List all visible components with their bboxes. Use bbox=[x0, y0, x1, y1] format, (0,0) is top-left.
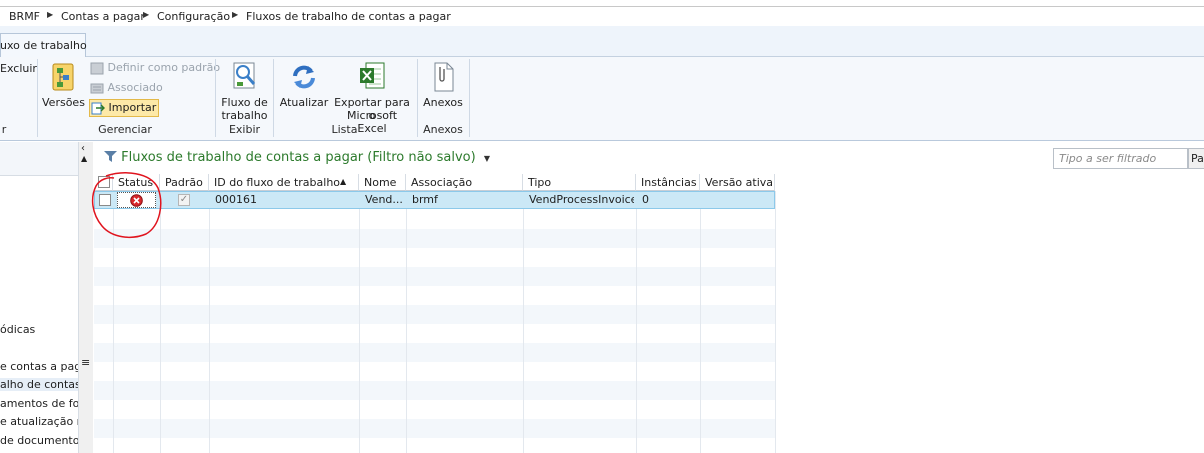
atualizar-button[interactable]: Atualizar bbox=[278, 60, 330, 110]
collapse-chevron-icon[interactable]: ‹ bbox=[81, 143, 85, 154]
column-header-tipo[interactable]: Tipo bbox=[523, 174, 636, 191]
nav-item[interactable]: e atualização res bbox=[0, 415, 78, 428]
padrao-checkbox: ✓ bbox=[178, 194, 190, 206]
column-divider bbox=[775, 191, 776, 453]
cell-id: 000161 bbox=[215, 193, 257, 206]
chevron-down-icon[interactable]: ▼ bbox=[484, 154, 490, 163]
navigation-pane-header bbox=[0, 142, 80, 176]
empty-row bbox=[94, 419, 775, 438]
annotation-circle bbox=[91, 172, 162, 239]
cell-associacao: brmf bbox=[412, 193, 438, 206]
empty-row bbox=[94, 343, 775, 362]
group-label-exibir: Exibir bbox=[228, 123, 261, 136]
refresh-icon bbox=[293, 65, 315, 89]
versions-icon bbox=[52, 63, 74, 91]
breadcrumb-arrow-icon: ▶ bbox=[47, 10, 54, 19]
column-divider bbox=[359, 191, 360, 453]
grid-title[interactable]: Fluxos de trabalho de contas a pagar (Fi… bbox=[104, 150, 490, 165]
workflow-view-icon bbox=[233, 62, 256, 89]
column-header-id[interactable]: ID do fluxo de trabalho ▲ bbox=[209, 174, 359, 191]
breadcrumb-arrow-icon: ▶ bbox=[232, 10, 239, 19]
breadcrumb: BRMF ▶ Contas a pagar ▶ Configuração ▶ F… bbox=[0, 7, 1204, 26]
group-label-left: r bbox=[1, 123, 7, 136]
nav-item[interactable]: ódicas bbox=[0, 323, 78, 336]
empty-row bbox=[94, 267, 775, 286]
group-separator bbox=[273, 59, 274, 137]
default-icon bbox=[90, 62, 104, 74]
tab-fluxo-de-trabalho[interactable]: uxo de trabalho bbox=[0, 33, 87, 58]
exportar-excel-button[interactable]: Exportar para o Microsoft Excel bbox=[333, 60, 411, 135]
associated-icon bbox=[90, 83, 104, 93]
breadcrumb-item-brmf[interactable]: BRMF bbox=[9, 10, 40, 23]
breadcrumb-item-fluxos[interactable]: Fluxos de trabalho de contas a pagar bbox=[246, 10, 451, 23]
attachment-icon bbox=[434, 62, 454, 92]
filter-input[interactable]: Tipo a ser filtrado bbox=[1053, 148, 1188, 169]
excluir-button[interactable]: Excluir bbox=[0, 62, 37, 75]
nav-item[interactable]: e contas a pagar bbox=[0, 360, 78, 373]
breadcrumb-item-contas-a-pagar[interactable]: Contas a pagar bbox=[61, 10, 145, 23]
empty-row bbox=[94, 229, 775, 248]
cell-instancias: 0 bbox=[642, 193, 649, 206]
column-header-nome[interactable]: Nome bbox=[359, 174, 406, 191]
empty-row bbox=[94, 305, 775, 324]
ribbon-tab-bar bbox=[0, 26, 1204, 57]
group-separator bbox=[37, 59, 38, 137]
group-label-anexos: Anexos bbox=[423, 123, 463, 136]
column-header-instancias[interactable]: Instâncias bbox=[636, 174, 700, 191]
breadcrumb-item-configuracao[interactable]: Configuração bbox=[157, 10, 230, 23]
nav-item[interactable]: amentos de forn bbox=[0, 397, 78, 410]
group-separator bbox=[417, 59, 418, 137]
scroll-up-icon[interactable]: ▲ bbox=[81, 154, 87, 163]
tab-label: uxo de trabalho bbox=[0, 39, 87, 52]
definir-padrao-button[interactable]: Definir como padrão bbox=[90, 61, 220, 75]
column-divider bbox=[636, 191, 637, 453]
column-header-versao-ativa[interactable]: Versão ativa bbox=[700, 174, 775, 191]
empty-row bbox=[94, 381, 775, 400]
column-divider bbox=[209, 191, 210, 453]
group-separator bbox=[215, 59, 216, 137]
versoes-button[interactable]: Versões bbox=[42, 60, 85, 118]
column-divider bbox=[700, 191, 701, 453]
import-icon bbox=[91, 102, 105, 114]
filter-icon bbox=[104, 151, 117, 162]
nav-item-selected[interactable]: alho de contas a bbox=[0, 378, 78, 391]
group-separator bbox=[469, 59, 470, 137]
cell-tipo: VendProcessInvoice bbox=[529, 193, 634, 206]
filter-field-button[interactable]: Pa bbox=[1188, 148, 1204, 169]
splitter-grip-icon[interactable]: ≡ bbox=[81, 356, 90, 369]
associado-button[interactable]: Associado bbox=[90, 81, 163, 95]
ribbon: Excluir r Versões Definir como padrão As… bbox=[0, 57, 1204, 141]
column-header-associacao[interactable]: Associação bbox=[406, 174, 523, 191]
column-header-padrao[interactable]: Padrão bbox=[160, 174, 209, 191]
breadcrumb-arrow-icon: ▶ bbox=[143, 10, 150, 19]
window-top-strip bbox=[0, 0, 1204, 7]
cell-nome: Vend... bbox=[365, 193, 403, 206]
fluxo-de-trabalho-button[interactable]: Fluxo de trabalho bbox=[219, 60, 270, 122]
sort-ascending-icon: ▲ bbox=[340, 177, 347, 186]
group-label-lista: Lista bbox=[331, 123, 358, 136]
column-divider bbox=[406, 191, 407, 453]
group-label-gerenciar: Gerenciar bbox=[98, 123, 152, 136]
column-divider bbox=[523, 191, 524, 453]
excel-icon bbox=[360, 62, 385, 89]
importar-button[interactable]: Importar bbox=[89, 99, 160, 117]
anexos-button[interactable]: Anexos bbox=[421, 60, 465, 110]
nav-item[interactable]: de documento f bbox=[0, 434, 78, 447]
